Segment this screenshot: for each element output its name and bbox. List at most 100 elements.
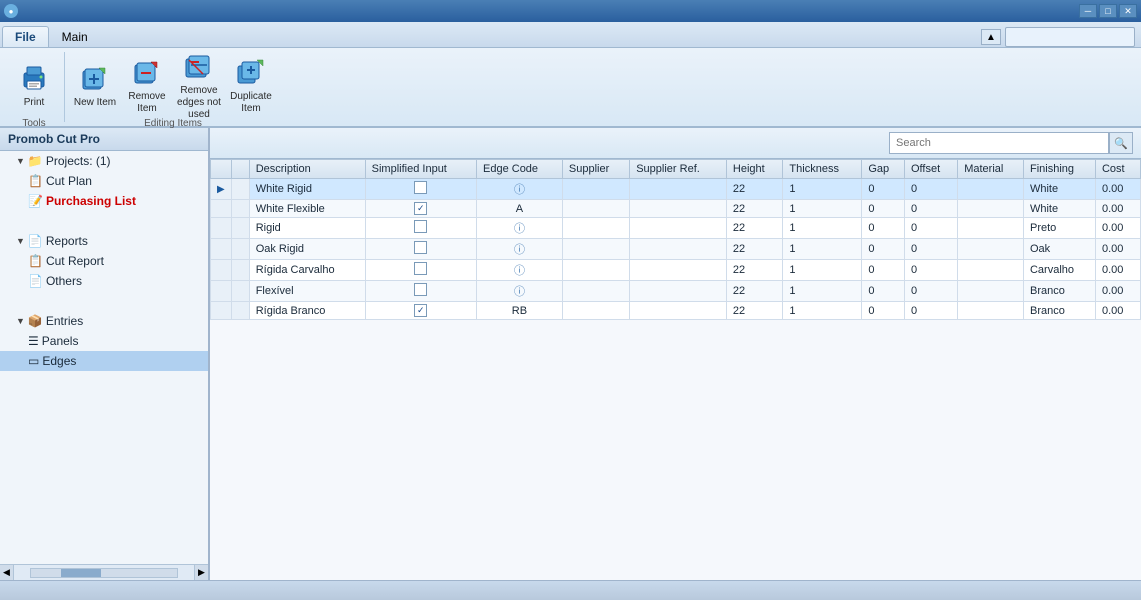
cell-finishing: White [1023,200,1095,218]
col-gap: Gap [862,160,905,179]
cell-finishing: White [1023,179,1095,200]
cell-simplified-input[interactable] [365,179,476,200]
cell-description: Rígida Carvalho [249,260,365,281]
row-selector-cell [231,281,249,302]
cell-offset: 0 [905,179,958,200]
cell-material [958,260,1024,281]
table-row[interactable]: Oak Rigidⓘ22100Oak0.00 [211,239,1141,260]
close-button[interactable]: ✕ [1119,4,1137,18]
sidebar-item-others[interactable]: 📄 Others [0,271,208,291]
folder-icon: 📁 [28,154,43,168]
print-label: Print [24,97,45,109]
top-search-input[interactable] [1005,27,1135,47]
ribbon-collapse-area: ▲ [981,27,1139,47]
remove-edges-button[interactable]: Remove edges not used [173,54,225,118]
sidebar: Promob Cut Pro ▼ 📁 Projects: (1) 📋 Cut P… [0,128,210,580]
remove-item-button[interactable]: Remove Item [121,54,173,118]
cell-thickness: 1 [783,260,862,281]
checkbox[interactable] [414,220,427,233]
cutplan-icon: 📋 [28,174,43,188]
info-icon: ⓘ [514,286,525,298]
search-button[interactable]: 🔍 [1109,132,1133,154]
tab-main[interactable]: Main [49,26,101,47]
cell-edge-code: A [477,200,563,218]
cell-finishing: Branco [1023,281,1095,302]
table-search-input[interactable] [889,132,1109,154]
cell-material [958,302,1024,320]
sidebar-item-entries-header[interactable]: ▼ 📦 Entries [0,311,208,331]
row-arrow-cell [211,218,232,239]
scroll-right-btn[interactable]: ▶ [194,565,208,580]
cell-supplier [562,239,629,260]
minimize-button[interactable]: ─ [1079,4,1097,18]
cell-offset: 0 [905,218,958,239]
cell-simplified-input[interactable] [365,218,476,239]
info-icon: ⓘ [514,184,525,196]
data-table-container[interactable]: Description Simplified Input Edge Code S… [210,159,1141,580]
cell-simplified-input[interactable]: ✓ [365,302,476,320]
cell-cost: 0.00 [1095,200,1140,218]
tab-file[interactable]: File [2,26,49,47]
cell-simplified-input[interactable] [365,260,476,281]
checkbox[interactable]: ✓ [414,202,427,215]
cell-gap: 0 [862,302,905,320]
checkbox[interactable] [414,241,427,254]
sidebar-item-purchasing[interactable]: 📝 Purchasing List [0,191,208,211]
cell-supplier [562,218,629,239]
title-bar: ● ─ □ ✕ [0,0,1141,22]
right-toolbar: 🔍 [210,128,1141,159]
table-row[interactable]: ▶White Rigidⓘ22100White0.00 [211,179,1141,200]
menu-bar: File Main ▲ [0,22,1141,48]
entries-label: Entries [46,314,83,328]
cell-supplierRef [630,281,727,302]
sidebar-item-panels[interactable]: ☰ Panels [0,331,208,351]
sidebar-item-projects[interactable]: ▼ 📁 Projects: (1) [0,151,208,171]
cell-supplier [562,179,629,200]
checkbox[interactable] [414,283,427,296]
cell-supplierRef [630,302,727,320]
info-icon: ⓘ [514,265,525,277]
table-row[interactable]: Rígida Carvalhoⓘ22100Carvalho0.00 [211,260,1141,281]
checkbox[interactable] [414,181,427,194]
cell-supplier [562,281,629,302]
cell-simplified-input[interactable] [365,281,476,302]
col-edge-code: Edge Code [477,160,563,179]
checkbox[interactable]: ✓ [414,304,427,317]
scroll-left-btn[interactable]: ◀ [0,565,14,580]
cell-height: 22 [726,281,783,302]
reports-label: Reports [46,234,88,248]
sidebar-item-edges[interactable]: ▭ Edges [0,351,208,371]
table-row[interactable]: White Flexible✓A22100White0.00 [211,200,1141,218]
cell-gap: 0 [862,179,905,200]
sidebar-horizontal-scrollbar[interactable]: ◀ ▶ [0,564,208,580]
edges-icon: ▭ [28,354,39,368]
horizontal-scrollbar-thumb[interactable] [61,569,101,577]
horizontal-scrollbar-track[interactable] [30,568,178,578]
sidebar-item-cutreport[interactable]: 📋 Cut Report [0,251,208,271]
sidebar-item-cutplan[interactable]: 📋 Cut Plan [0,171,208,191]
table-row[interactable]: Rigidⓘ22100Preto0.00 [211,218,1141,239]
sidebar-item-reports-header[interactable]: ▼ 📄 Reports [0,231,208,251]
cell-material [958,200,1024,218]
table-row[interactable]: Rígida Branco✓RB22100Branco0.00 [211,302,1141,320]
collapse-ribbon-button[interactable]: ▲ [981,29,1001,45]
checkbox[interactable] [414,262,427,275]
toolbar: Print Tools New Item [0,48,1141,128]
col-row-arrow [211,160,232,179]
info-icon: ⓘ [514,223,525,235]
cell-simplified-input[interactable]: ✓ [365,200,476,218]
cell-simplified-input[interactable] [365,239,476,260]
entries-icon: 📦 [28,314,43,328]
row-arrow-cell [211,200,232,218]
new-item-button[interactable]: New Item [69,54,121,118]
cell-height: 22 [726,260,783,281]
cell-offset: 0 [905,200,958,218]
cell-finishing: Preto [1023,218,1095,239]
maximize-button[interactable]: □ [1099,4,1117,18]
print-button[interactable]: Print [8,54,60,118]
duplicate-item-button[interactable]: Duplicate Item [225,54,277,118]
app-icon: ● [4,4,18,18]
table-row[interactable]: Flexívelⓘ22100Branco0.00 [211,281,1141,302]
cutreport-icon: 📋 [28,254,43,268]
cell-gap: 0 [862,260,905,281]
